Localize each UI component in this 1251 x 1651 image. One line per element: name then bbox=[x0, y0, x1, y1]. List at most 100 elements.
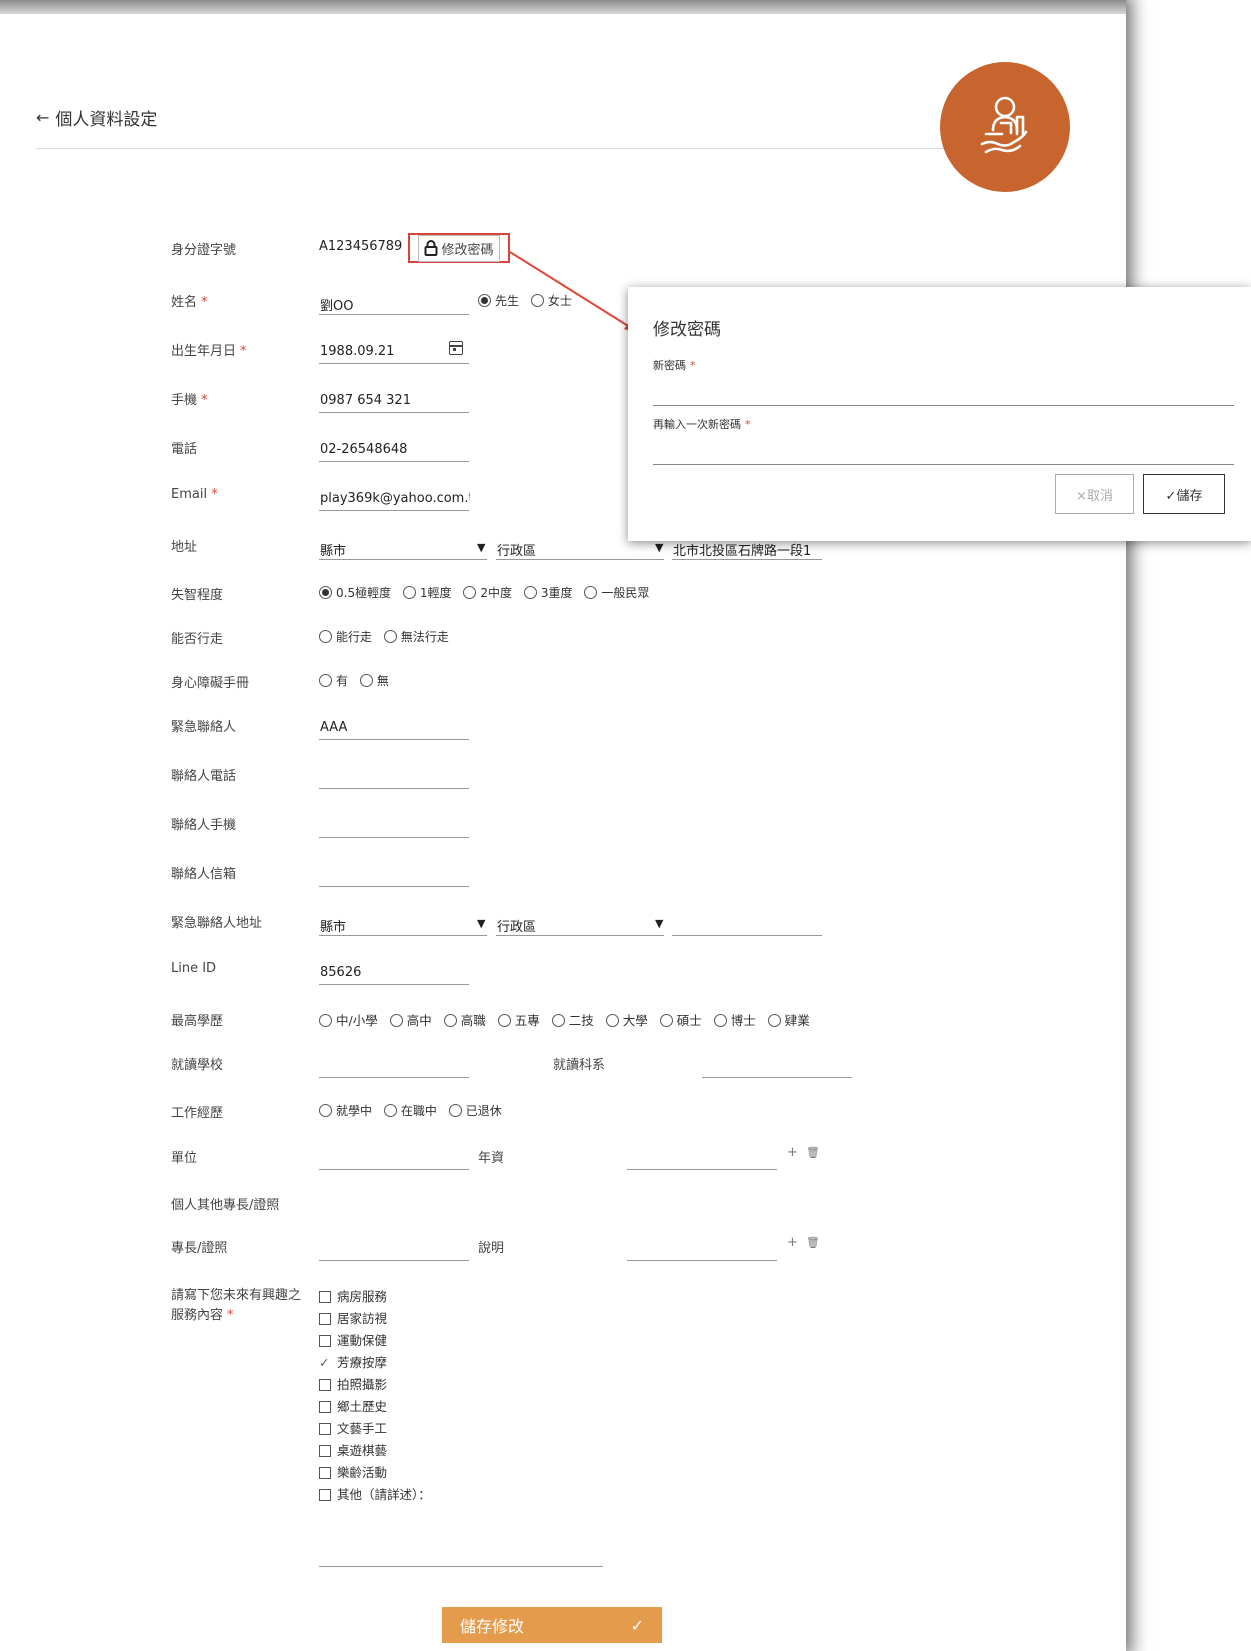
interest-checkbox[interactable]: 拍照攝影 bbox=[319, 1374, 387, 1393]
dementia-option-radio[interactable]: 2中度 bbox=[463, 586, 512, 600]
cancel-button[interactable]: ×取消 bbox=[1055, 474, 1134, 514]
email-label: Email * bbox=[171, 487, 218, 502]
disability-option-radio[interactable]: 有 bbox=[319, 674, 348, 688]
disability-label: 身心障礙手冊 bbox=[171, 676, 250, 691]
education-option-radio[interactable]: 高職 bbox=[443, 1013, 486, 1028]
add-icon[interactable]: + bbox=[787, 1145, 798, 1160]
contact-mobile-field[interactable] bbox=[319, 837, 469, 838]
gender-radio-group: 先生 女士 bbox=[478, 292, 580, 309]
district-dropdown-icon[interactable]: ▼ bbox=[655, 541, 663, 554]
education-option-radio[interactable]: 肄業 bbox=[767, 1013, 810, 1028]
emergency-city-select[interactable]: 縣市 bbox=[320, 916, 346, 935]
city-dropdown-icon[interactable]: ▼ bbox=[477, 917, 485, 930]
interest-checkbox[interactable]: 運動保健 bbox=[319, 1330, 387, 1349]
dementia-option-radio[interactable]: 0.5極輕度 bbox=[319, 586, 391, 600]
gender-male-radio[interactable]: 先生 bbox=[478, 294, 519, 308]
contact-email-field[interactable] bbox=[319, 886, 469, 887]
years-field[interactable] bbox=[627, 1169, 777, 1170]
new-password-field[interactable] bbox=[653, 405, 1234, 406]
address-street-underline bbox=[672, 559, 822, 560]
interest-checkbox[interactable]: 樂齡活動 bbox=[319, 1462, 387, 1481]
line-id-label: Line ID bbox=[171, 961, 217, 976]
email-underline bbox=[319, 510, 469, 511]
education-option-radio[interactable]: 大學 bbox=[605, 1013, 648, 1028]
education-option-radio[interactable]: 博士 bbox=[713, 1013, 756, 1028]
interest-checkbox[interactable]: 居家訪視 bbox=[319, 1308, 387, 1327]
name-label: 姓名 * bbox=[171, 295, 208, 310]
education-option-radio[interactable]: 碩士 bbox=[659, 1013, 702, 1028]
dementia-option-radio[interactable]: 一般民眾 bbox=[584, 586, 649, 600]
phone-field[interactable]: 02-26548648 bbox=[320, 442, 407, 457]
interest-checkbox[interactable]: 桌遊棋藝 bbox=[319, 1440, 387, 1459]
contact-phone-field[interactable] bbox=[319, 788, 469, 789]
line-id-underline bbox=[319, 984, 469, 985]
back-arrow-icon[interactable]: ← bbox=[36, 108, 49, 127]
district-dropdown-icon[interactable]: ▼ bbox=[655, 917, 663, 930]
emergency-contact-field[interactable]: AAA bbox=[320, 720, 347, 735]
address-street-field[interactable]: 北市北投區石牌路一段1 bbox=[673, 540, 823, 559]
address-district-select[interactable]: 行政區 bbox=[497, 540, 536, 559]
education-option-radio[interactable]: 五專 bbox=[497, 1013, 540, 1028]
interest-checkbox[interactable]: 病房服務 bbox=[319, 1286, 387, 1305]
mobile-field[interactable]: 0987 654 321 bbox=[320, 393, 411, 408]
add-icon[interactable]: + bbox=[787, 1235, 798, 1250]
dementia-option-radio[interactable]: 1輕度 bbox=[402, 586, 452, 600]
work-option-radio[interactable]: 就學中 bbox=[319, 1104, 372, 1118]
change-password-button[interactable]: 修改密碼 bbox=[408, 233, 510, 263]
birthday-underline bbox=[319, 363, 469, 364]
modal-save-button[interactable]: ✓儲存 bbox=[1143, 474, 1225, 514]
frame-top-bar bbox=[0, 0, 1126, 14]
work-option-radio[interactable]: 已退休 bbox=[448, 1104, 502, 1118]
emergency-contact-label: 緊急聯絡人 bbox=[171, 720, 237, 735]
new-password-label: 新密碼 * bbox=[653, 359, 696, 372]
email-field[interactable]: play369k@yahoo.com.tw bbox=[320, 491, 470, 506]
save-changes-button[interactable]: 儲存修改 ✓ bbox=[442, 1607, 662, 1643]
education-option-radio[interactable]: 高中 bbox=[389, 1013, 432, 1028]
address-city-select[interactable]: 縣市 bbox=[320, 540, 346, 559]
trash-icon[interactable]: 🗑 bbox=[806, 1236, 820, 1249]
education-option-radio[interactable]: 中/小學 bbox=[319, 1013, 378, 1028]
page-frame: ← 個人資料設定 身分證字號 A123456789 姓名 * 劉OO 先生 女士 … bbox=[0, 0, 1126, 1651]
city-dropdown-icon[interactable]: ▼ bbox=[477, 541, 485, 554]
check-icon: ✓ bbox=[319, 1355, 330, 1370]
birthday-field[interactable]: 1988.09.21 bbox=[320, 344, 394, 359]
address-district-underline bbox=[496, 559, 664, 560]
trash-icon[interactable]: 🗑 bbox=[806, 1146, 820, 1159]
emergency-district-underline bbox=[496, 935, 664, 936]
interest-checkbox[interactable]: 文藝手工 bbox=[319, 1418, 387, 1437]
work-label: 工作經歷 bbox=[171, 1106, 224, 1121]
skill-field[interactable] bbox=[319, 1260, 469, 1261]
caregiver-hand-icon bbox=[940, 62, 1070, 192]
years-label: 年資 bbox=[478, 1151, 505, 1166]
contact-email-label: 聯絡人信箱 bbox=[171, 867, 237, 882]
dementia-option-radio[interactable]: 3重度 bbox=[523, 586, 573, 600]
dementia-label: 失智程度 bbox=[171, 588, 224, 603]
interest-other-field[interactable] bbox=[319, 1566, 603, 1567]
disability-radio-group: 有 無 bbox=[319, 672, 397, 689]
calendar-icon[interactable] bbox=[449, 341, 463, 355]
interest-checkbox[interactable]: 鄉土歷史 bbox=[319, 1396, 387, 1415]
phone-underline bbox=[319, 461, 469, 462]
walk-option-radio[interactable]: 能行走 bbox=[319, 630, 372, 644]
walk-radio-group: 能行走 無法行走 bbox=[319, 628, 457, 645]
school-field[interactable] bbox=[319, 1077, 469, 1078]
mobile-underline bbox=[319, 412, 469, 413]
skill-desc-field[interactable] bbox=[627, 1260, 777, 1261]
emergency-district-select[interactable]: 行政區 bbox=[497, 916, 536, 935]
school-label: 就讀學校 bbox=[171, 1058, 224, 1073]
confirm-password-field[interactable] bbox=[653, 464, 1234, 465]
work-option-radio[interactable]: 在職中 bbox=[383, 1104, 437, 1118]
gender-female-radio[interactable]: 女士 bbox=[530, 294, 572, 308]
interest-checkbox-checked[interactable]: ✓ 芳療按摩 bbox=[319, 1352, 387, 1371]
unit-field[interactable] bbox=[319, 1169, 469, 1170]
disability-option-radio[interactable]: 無 bbox=[359, 674, 389, 688]
walk-option-radio[interactable]: 無法行走 bbox=[383, 630, 449, 644]
id-label: 身分證字號 bbox=[171, 243, 237, 258]
interest-checkbox[interactable]: 其他（請詳述）： bbox=[319, 1484, 431, 1503]
line-id-field[interactable]: 85626 bbox=[320, 965, 361, 980]
name-field[interactable]: 劉OO bbox=[320, 295, 353, 314]
education-option-radio[interactable]: 二技 bbox=[551, 1013, 594, 1028]
department-field[interactable] bbox=[702, 1077, 852, 1078]
name-underline bbox=[319, 314, 469, 315]
emergency-street-field[interactable] bbox=[672, 935, 822, 936]
